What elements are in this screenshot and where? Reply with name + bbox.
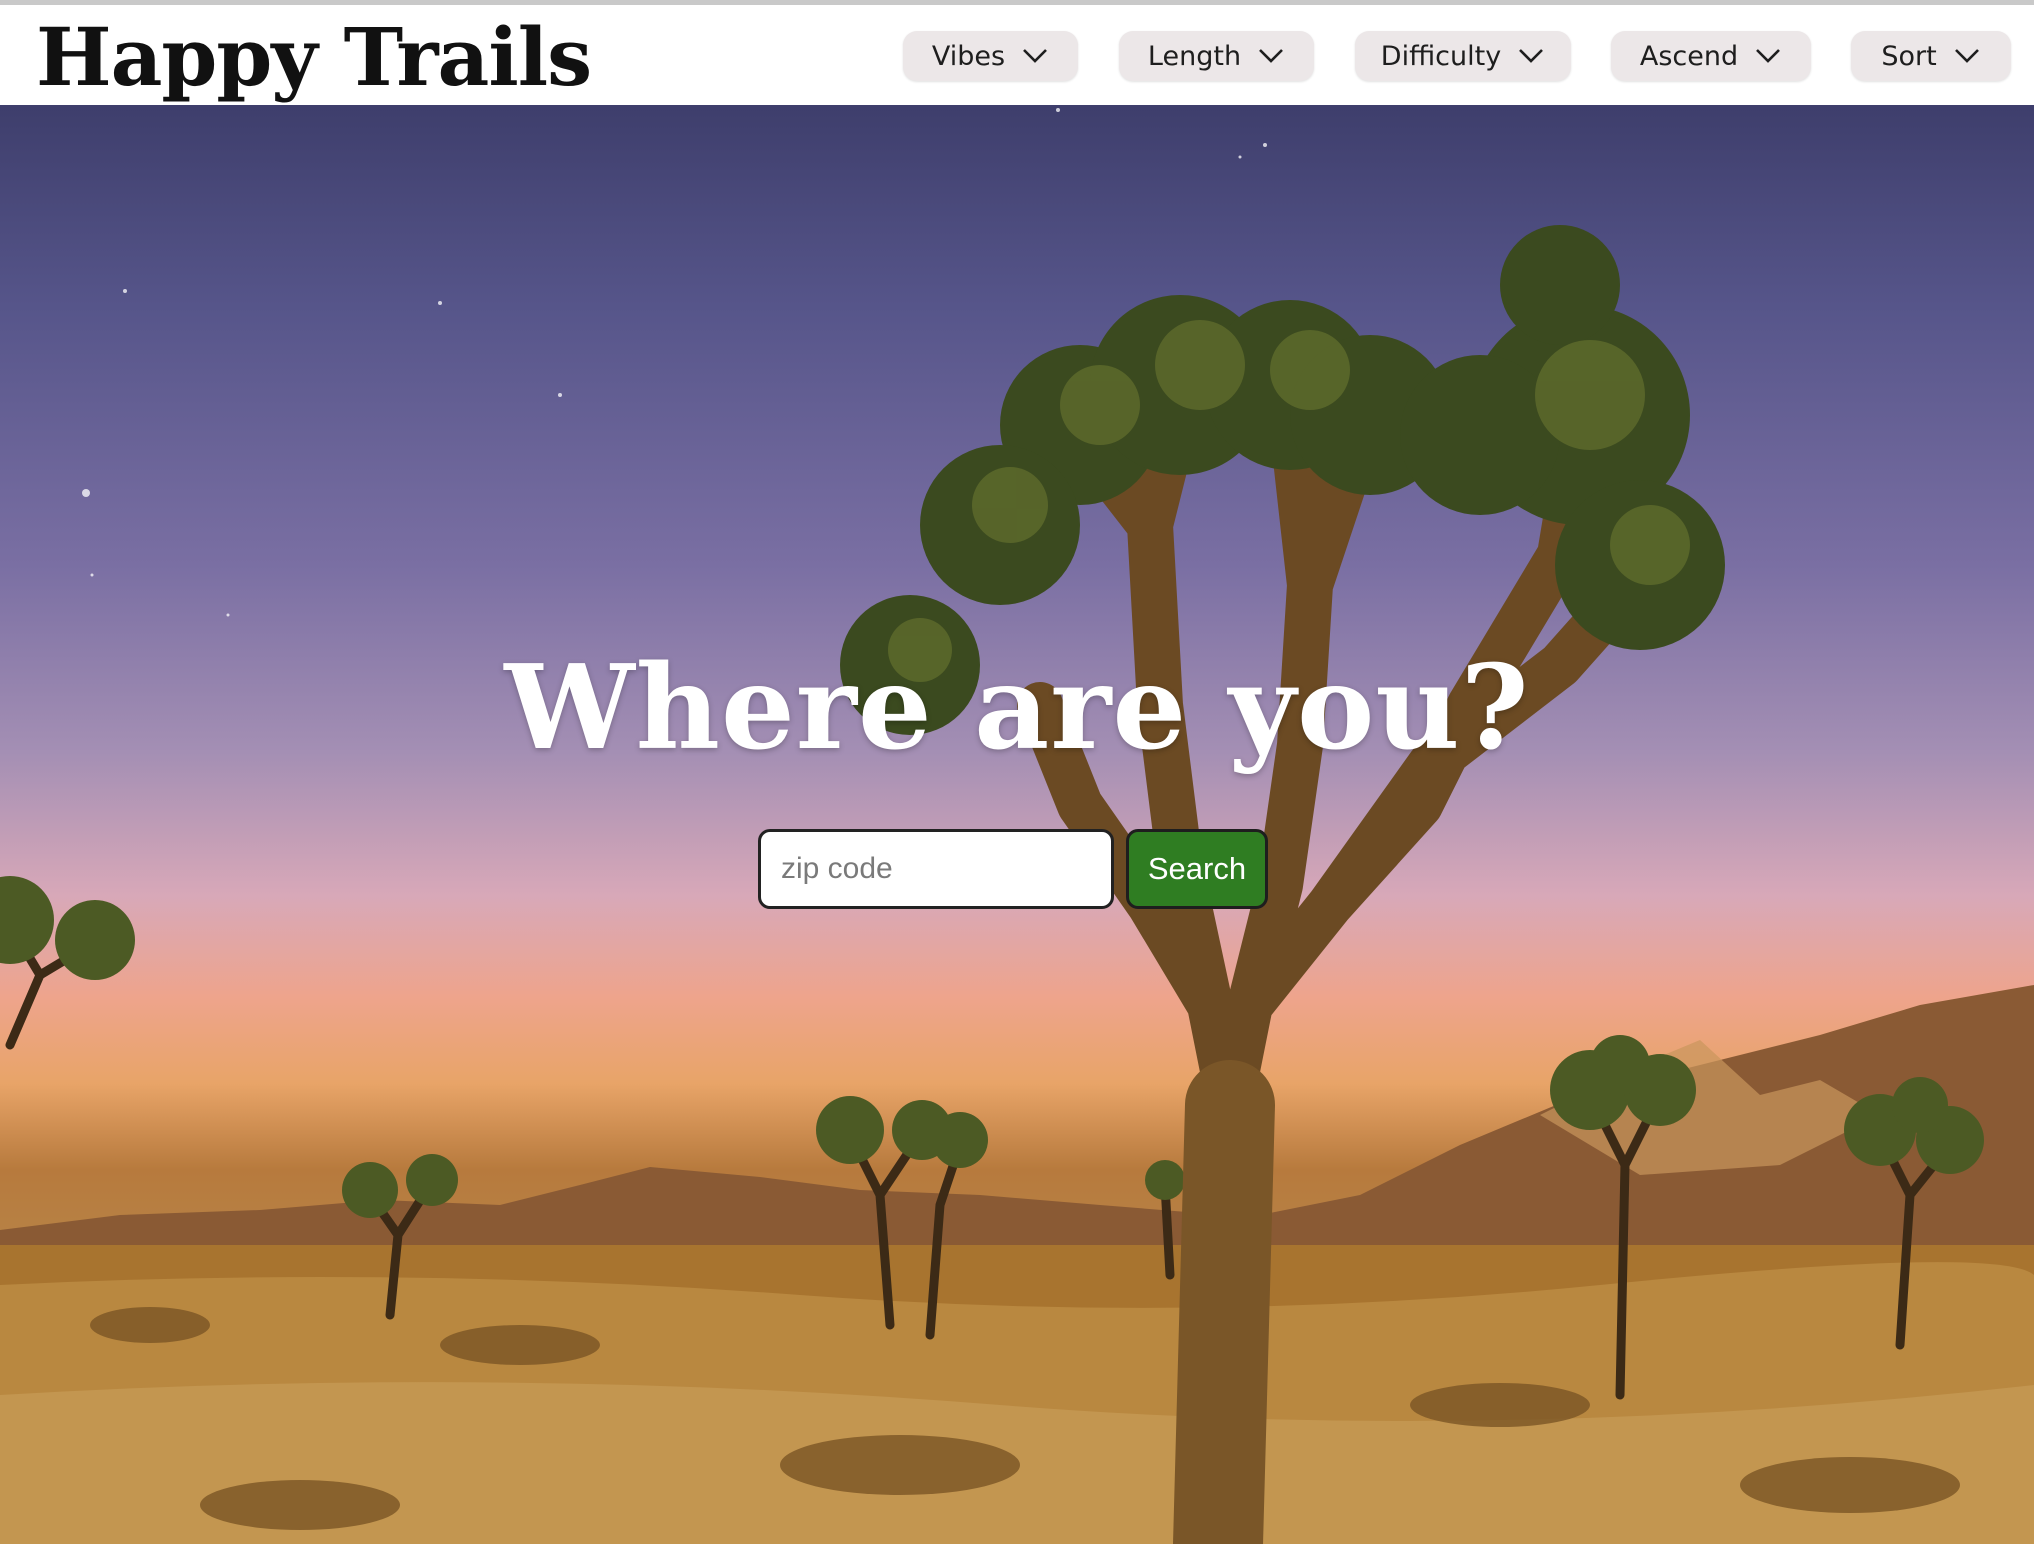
vibes-filter-dropdown[interactable]: Vibes — [903, 31, 1078, 81]
top-nav-bar: Happy Trails Vibes Length Difficulty Asc… — [0, 5, 2034, 105]
difficulty-filter-dropdown[interactable]: Difficulty — [1355, 31, 1571, 81]
chevron-down-icon — [1519, 49, 1544, 63]
difficulty-filter-label: Difficulty — [1380, 40, 1502, 72]
hero-section: Where are you? Search — [0, 105, 2034, 1544]
vibes-filter-label: Vibes — [931, 40, 1006, 72]
sort-dropdown[interactable]: Sort — [1851, 31, 2011, 81]
search-button[interactable]: Search — [1126, 829, 1268, 909]
sort-label: Sort — [1881, 40, 1937, 72]
hero-background-image — [0, 108, 2034, 1544]
length-filter-label: Length — [1147, 40, 1242, 72]
site-logo[interactable]: Happy Trails — [36, 7, 592, 107]
ascend-filter-label: Ascend — [1639, 40, 1739, 72]
zip-code-input[interactable] — [758, 829, 1114, 909]
hero-headline: Where are you? — [504, 640, 1530, 776]
chevron-down-icon — [1023, 49, 1048, 63]
chevron-down-icon — [1259, 49, 1283, 63]
length-filter-dropdown[interactable]: Length — [1119, 31, 1314, 81]
chevron-down-icon — [1756, 49, 1781, 63]
ascend-filter-dropdown[interactable]: Ascend — [1611, 31, 1811, 81]
chevron-down-icon — [1954, 49, 1979, 63]
